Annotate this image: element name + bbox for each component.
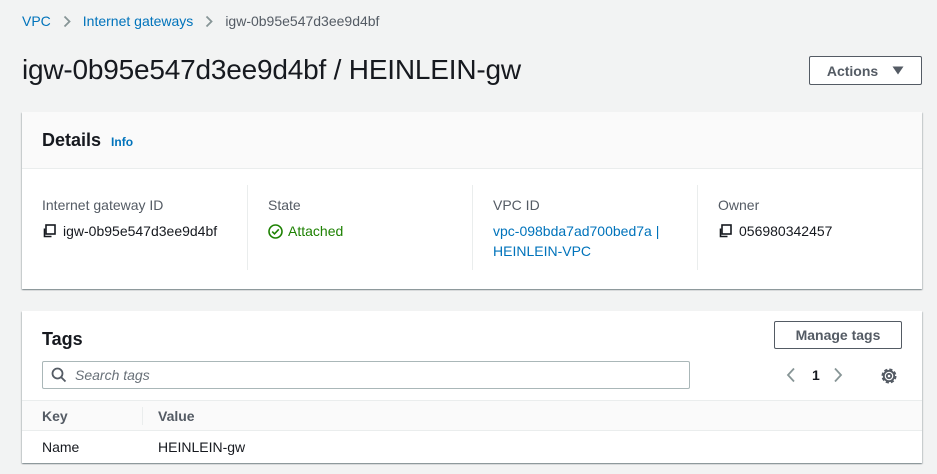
- detail-vpc-id: VPC ID vpc-098bda7ad700bed7a | HEINLEIN-…: [472, 185, 697, 270]
- check-circle-icon: [268, 223, 283, 239]
- vpc-id-link-line2: HEINLEIN-VPC: [493, 243, 592, 259]
- breadcrumb-link-internet-gateways[interactable]: Internet gateways: [83, 13, 194, 29]
- details-header: Details Info: [22, 112, 922, 169]
- igw-id-label: Internet gateway ID: [42, 197, 164, 213]
- tags-title: Tags: [42, 329, 83, 349]
- state-label: State: [268, 197, 301, 213]
- details-title: Details: [42, 129, 102, 150]
- state-value-row: Attached: [268, 221, 472, 241]
- vpc-id-link-line1: vpc-098bda7ad700bed7a |: [493, 223, 660, 239]
- search-icon: [51, 367, 67, 383]
- copy-icon[interactable]: [718, 224, 732, 238]
- detail-igw-id: Internet gateway ID igw-0b95e547d3ee9d4b…: [22, 185, 247, 270]
- tag-value-cell: HEINLEIN-gw: [158, 439, 246, 455]
- breadcrumb-link-vpc[interactable]: VPC: [22, 13, 51, 29]
- details-panel: Details Info Internet gateway ID igw-0b9…: [22, 112, 922, 289]
- details-grid: Internet gateway ID igw-0b95e547d3ee9d4b…: [22, 185, 922, 270]
- table-header: Key Value: [22, 400, 922, 431]
- gear-icon[interactable]: [879, 366, 899, 386]
- column-divider[interactable]: [142, 407, 143, 425]
- breadcrumb-current: igw-0b95e547d3ee9d4bf: [225, 13, 380, 29]
- page-number[interactable]: 1: [812, 367, 820, 383]
- table-row: Name HEINLEIN-gw: [22, 431, 922, 463]
- owner-text: 056980342457: [739, 223, 833, 239]
- chevron-right-icon: [63, 15, 71, 28]
- state-status: Attached: [268, 221, 343, 241]
- actions-button[interactable]: Actions: [809, 56, 922, 85]
- chevron-right-icon[interactable]: [833, 367, 843, 383]
- igw-id-value: igw-0b95e547d3ee9d4bf: [42, 221, 247, 241]
- detail-owner: Owner 056980342457: [697, 185, 922, 270]
- page-title: igw-0b95e547d3ee9d4bf / HEINLEIN-gw: [22, 54, 521, 85]
- search-input[interactable]: [75, 367, 655, 383]
- chevron-left-icon[interactable]: [786, 367, 796, 383]
- igw-id-text: igw-0b95e547d3ee9d4bf: [63, 223, 218, 239]
- actions-label: Actions: [826, 62, 879, 79]
- owner-label: Owner: [718, 197, 760, 213]
- chevron-right-icon: [205, 15, 214, 28]
- owner-value: 056980342457: [718, 221, 922, 241]
- breadcrumb: VPC Internet gateways igw-0b95e547d3ee9d…: [22, 11, 379, 31]
- info-link[interactable]: Info: [111, 135, 133, 149]
- detail-state: State Attached: [247, 185, 472, 270]
- copy-icon[interactable]: [42, 224, 56, 238]
- state-text: Attached: [288, 223, 344, 239]
- vpc-id-label: VPC ID: [493, 197, 540, 213]
- caret-down-icon: [892, 66, 904, 75]
- column-header-value[interactable]: Value: [158, 408, 195, 424]
- column-header-key[interactable]: Key: [42, 408, 68, 424]
- manage-tags-button[interactable]: Manage tags: [774, 321, 902, 349]
- tags-panel: Tags Manage tags 1 Key Value Name HEI: [22, 311, 922, 463]
- vpc-id-link[interactable]: vpc-098bda7ad700bed7a | HEINLEIN-VPC: [493, 223, 659, 259]
- tags-search: [42, 361, 690, 389]
- tag-key-cell: Name: [42, 439, 80, 455]
- pagination: 1: [786, 366, 843, 384]
- tags-table: Key Value Name HEINLEIN-gw: [22, 400, 922, 463]
- vpc-id-value: vpc-098bda7ad700bed7a | HEINLEIN-VPC: [493, 221, 697, 261]
